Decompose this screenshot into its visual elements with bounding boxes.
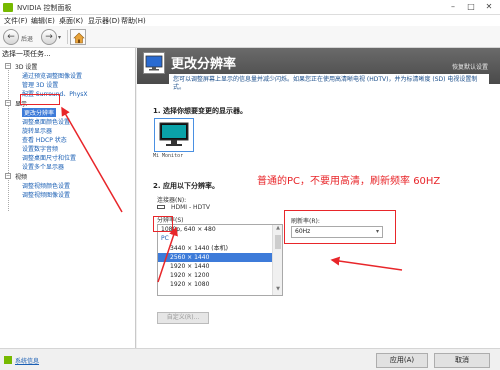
scroll-thumb[interactable] [275,235,281,249]
toolbar: ← 后退 → ▾ [0,26,500,48]
page-title: 更改分辨率 [171,57,237,72]
list-item[interactable]: 1080p, 640 × 480 [158,225,272,234]
arrow-right-icon: → [45,32,53,42]
highlight-pc-box [153,216,173,232]
close-button[interactable]: ✕ [482,1,496,13]
list-item[interactable]: 1920 × 1200 [158,271,272,280]
home-icon [73,32,85,44]
monitor-icon [154,118,194,152]
collapse-video-icon[interactable]: − [5,173,11,179]
step-2-heading: 2. 应用以下分辨率。 [153,182,219,190]
list-item[interactable]: 1920 × 1080 [158,280,272,289]
cancel-button[interactable]: 取消 [434,353,490,368]
history-dropdown[interactable]: ▾ [58,34,61,41]
display-selector[interactable] [154,118,194,154]
menu-display[interactable]: 显示器(D) [88,16,120,26]
tree-item-desktop-size[interactable]: 调整桌面尺寸和位置 [22,153,76,162]
resolution-scrollbar[interactable]: ▲ ▼ [272,225,282,295]
minimize-button[interactable]: – [446,1,460,13]
annotation-text: 普通的PC，不要用高清，刷新频率 60HZ [257,176,441,187]
highlight-tree-box [20,94,60,105]
apply-button[interactable]: 应用(A) [376,353,428,368]
list-item[interactable]: 1920 × 1440 [158,262,272,271]
maximize-button[interactable]: □ [464,1,478,13]
tree-item-manage-3d[interactable]: 管理 3D 设置 [22,80,58,89]
menu-bar: 文件(F) 编辑(E) 桌面(K) 显示器(D) 帮助(H) [0,15,500,26]
toolbar-divider [67,30,68,44]
footer-bar: 系统信息 应用(A) 取消 [0,348,500,370]
task-pane: 选择一项任务... − 3D 设置 通过预览调整图像设置 管理 3D 设置 配置… [0,48,136,348]
tree-item-desktop-color[interactable]: 调整桌面颜色设置 [22,117,70,126]
menu-help[interactable]: 帮助(H) [121,16,146,26]
content-pane: 更改分辨率 恢复默认设置 您可以调整屏幕上显示的信息量并减少闪烁。如果您正在使用… [137,48,500,348]
collapse-3d-icon[interactable]: − [5,63,11,69]
tree-item-change-resolution[interactable]: 更改分辨率 [22,108,57,117]
page-description: 您可以调整屏幕上显示的信息量并减少闪烁。如果您正在使用高清晰电视 (HDTV)，… [169,74,489,92]
home-button[interactable] [70,29,86,45]
arrow-left-icon: ← [7,32,15,42]
system-info-link[interactable]: 系统信息 [15,356,39,365]
tree-item-video-color[interactable]: 调整视频颜色设置 [22,181,70,190]
connector-value: HDMI - HDTV [171,204,210,211]
restore-defaults-link[interactable]: 恢复默认设置 [452,62,488,71]
collapse-display-icon[interactable]: − [5,100,11,106]
step-1-heading: 1. 选择你想要变更的显示器。 [153,107,247,115]
menu-desktop[interactable]: 桌面(K) [59,16,83,26]
resolution-page-icon [143,52,165,74]
highlight-refresh-box [284,210,396,244]
list-item[interactable]: 3440 × 1440 (本机) [158,244,272,253]
tree-item-video-image[interactable]: 调整视频图像设置 [22,190,70,199]
connector-label: 连接器(N): [157,197,187,204]
tree-item-audio[interactable]: 设置数字音频 [22,144,58,153]
scroll-up-icon[interactable]: ▲ [274,225,282,233]
title-bar: NVIDIA 控制面板 – □ ✕ [0,0,500,15]
tree-category-3d[interactable]: 3D 设置 [15,62,37,71]
task-pane-title: 选择一项任务... [2,50,51,58]
list-item-selected[interactable]: 2560 × 1440 [158,253,272,262]
menu-edit[interactable]: 编辑(E) [31,16,55,26]
monitor-name: Mi Monitor [153,153,184,159]
tree-item-preview[interactable]: 通过预览调整图像设置 [22,71,82,80]
menu-file[interactable]: 文件(F) [4,16,28,26]
forward-button[interactable]: → [41,29,57,45]
tree-item-multi-display[interactable]: 设置多个显示器 [22,162,64,171]
customize-button[interactable]: 自定义(R)... [157,312,209,324]
list-group-pc: PC [161,235,169,242]
scroll-down-icon[interactable]: ▼ [274,286,282,294]
tree-item-hdcp[interactable]: 查看 HDCP 状态 [22,135,67,144]
back-button[interactable]: ← [3,29,19,45]
back-label: 后退 [21,36,34,43]
tree-category-video[interactable]: 视频 [15,172,27,181]
nvidia-system-icon [4,356,12,364]
nvidia-logo-icon [3,3,13,12]
window-title: NVIDIA 控制面板 [17,4,72,12]
hdmi-connector-icon [157,205,165,209]
resolution-listbox[interactable]: 1080p, 640 × 480 PC 3440 × 1440 (本机) 256… [157,224,283,296]
tree-item-rotate[interactable]: 旋转显示器 [22,126,52,135]
tree-guide-line [8,65,9,211]
